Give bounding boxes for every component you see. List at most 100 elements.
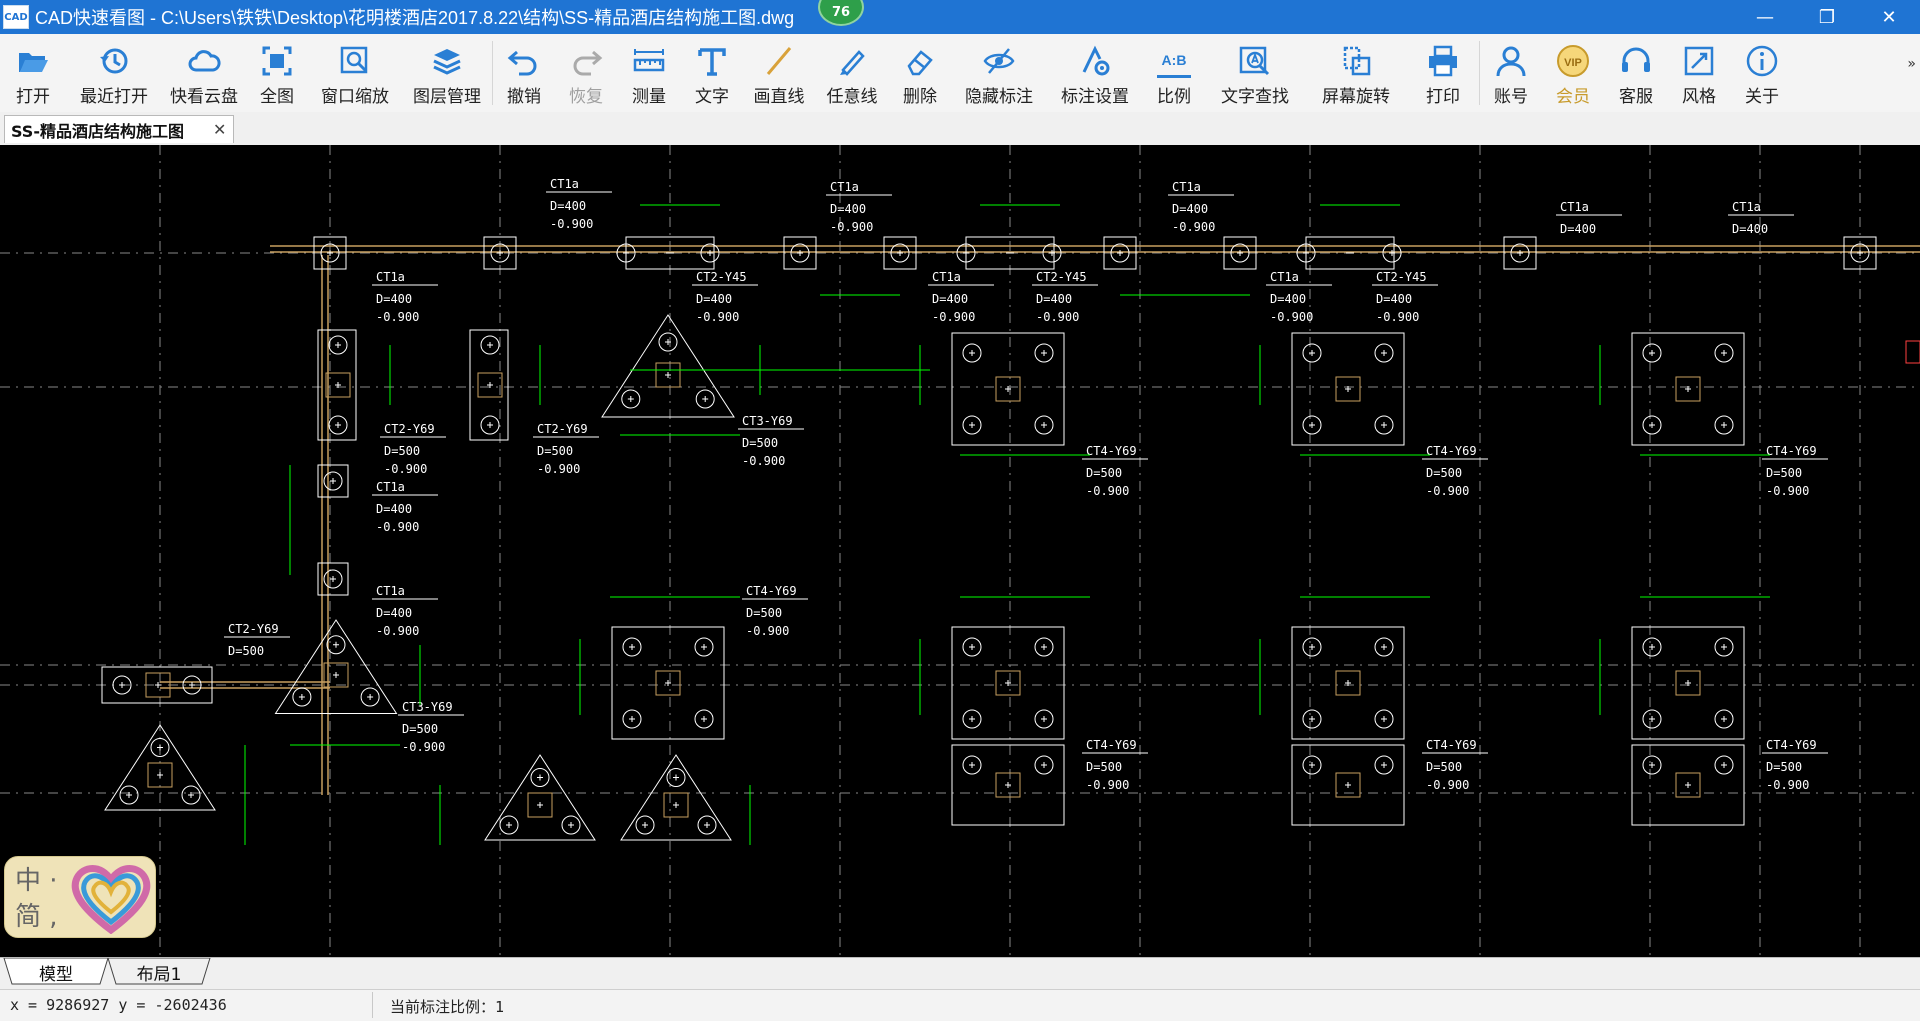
notification-badge[interactable]: 76 — [818, 0, 864, 26]
cursor-coordinates: x = 9286927 y = -2602436 — [10, 996, 227, 1014]
toolbar-button-text[interactable]: 文字 — [681, 34, 743, 112]
toolbar-button-label: 关于 — [1745, 87, 1779, 107]
drawing-label: -0.900 — [742, 454, 785, 468]
toolbar-button-label: 恢复 — [569, 87, 603, 107]
toolbar-button-fit-all[interactable]: 全图 — [246, 34, 308, 112]
drawing-label: CT2-Y45 — [1036, 270, 1087, 284]
undo-icon — [507, 44, 541, 78]
toolbar-button-folder-open[interactable]: 打开 — [0, 34, 66, 112]
drawing-label: -0.900 — [550, 217, 593, 231]
drawing-label: CT2-Y69 — [384, 422, 435, 436]
drawing-label: CT3-Y69 — [402, 700, 453, 714]
drawing-label: -0.900 — [1036, 310, 1079, 324]
toolbar-button-label: 打开 — [16, 87, 50, 107]
layout-tab-bar: 模型 布局1 — [0, 957, 1920, 990]
text-search-icon — [1238, 44, 1272, 78]
drawing-label: -0.900 — [830, 220, 873, 234]
toolbar-button-label: 屏幕旋转 — [1322, 87, 1390, 107]
folder-open-icon — [16, 44, 50, 78]
drawing-label: CT1a — [932, 270, 961, 284]
drawing-label: -0.900 — [1766, 484, 1809, 498]
app-logo-icon: CAD — [3, 5, 29, 29]
drawing-label: CT4-Y69 — [1086, 444, 1137, 458]
minimize-button[interactable]: — — [1734, 0, 1796, 34]
style-icon — [1682, 44, 1716, 78]
drawing-label: D=500 — [402, 722, 438, 736]
ratio-icon: A:B — [1157, 44, 1191, 78]
toolbar-button-eye-hide[interactable]: 隐藏标注 — [951, 34, 1047, 112]
toolbar-button-label: 窗口缩放 — [321, 87, 389, 107]
toolbar-button-line[interactable]: 画直线 — [743, 34, 815, 112]
cad-drawing[interactable]: CT1a D=400 -0.900 CT1a D=400 -0.900 CT1a D=400 -… — [0, 145, 1920, 957]
drawing-label: CT2-Y45 — [696, 270, 747, 284]
svg-text:VIP: VIP — [1564, 57, 1582, 69]
toolbar-button-layers[interactable]: 图层管理 — [402, 34, 492, 112]
toolbar-button-label: 删除 — [903, 87, 937, 107]
maximize-button[interactable]: ❐ — [1796, 0, 1858, 34]
toolbar-button-vip[interactable]: VIP 会员 — [1542, 34, 1604, 112]
document-tab-bar: SS-精品酒店结构施工图 ✕ — [0, 112, 1920, 146]
toolbar-button-label: 打印 — [1426, 87, 1460, 107]
drawing-label: -0.900 — [402, 740, 445, 754]
drawing-label: CT4-Y69 — [1766, 444, 1817, 458]
close-window-button[interactable]: ✕ — [1858, 0, 1920, 34]
toolbar-button-user[interactable]: 账号 — [1480, 34, 1542, 112]
status-bar: x = 9286927 y = -2602436 当前标注比例：1 — [0, 989, 1920, 1021]
toolbar-button-cloud[interactable]: 快看云盘 — [162, 34, 246, 112]
drawing-label: -0.900 — [376, 310, 419, 324]
drawing-label: D=400 — [830, 202, 866, 216]
drawing-canvas[interactable]: CT1a D=400 -0.900 CT1a D=400 -0.900 CT1a D=400 -… — [0, 145, 1920, 957]
info-icon — [1745, 44, 1779, 78]
document-tab[interactable]: SS-精品酒店结构施工图 ✕ — [4, 115, 234, 143]
toolbar-overflow-icon[interactable]: » — [1907, 56, 1916, 72]
drawing-label: CT1a — [830, 180, 859, 194]
redo-icon — [569, 44, 603, 78]
toolbar-button-eraser[interactable]: 删除 — [889, 34, 951, 112]
toolbar-button-ratio[interactable]: A:B 比例 — [1143, 34, 1205, 112]
language-widget[interactable]: 中 · 简 , — [4, 856, 156, 938]
toolbar-button-dimension-settings[interactable]: 标注设置 — [1047, 34, 1143, 112]
drawing-label: -0.900 — [1270, 310, 1313, 324]
drawing-label: D=400 — [1376, 292, 1412, 306]
toolbar-button-history[interactable]: 最近打开 — [66, 34, 162, 112]
fit-all-icon — [260, 44, 294, 78]
toolbar-button-text-search[interactable]: 文字查找 — [1205, 34, 1305, 112]
layers-icon — [430, 44, 464, 78]
tab-model[interactable]: 模型 — [12, 958, 100, 986]
line-icon — [762, 44, 796, 78]
toolbar-button-undo[interactable]: 撤销 — [493, 34, 555, 112]
eye-hide-icon — [982, 44, 1016, 78]
toolbar-button-label: 图层管理 — [413, 87, 481, 107]
rotate-screen-icon — [1339, 44, 1373, 78]
triangle-pile-cap — [620, 754, 732, 841]
toolbar-button-redo[interactable]: 恢复 — [555, 34, 617, 112]
toolbar-button-rotate-screen[interactable]: 屏幕旋转 — [1305, 34, 1407, 112]
drawing-label: CT1a — [376, 584, 405, 598]
toolbar-button-label: 隐藏标注 — [965, 87, 1033, 107]
tab-layout1[interactable]: 布局1 — [116, 958, 202, 986]
drawing-label: -0.900 — [1086, 778, 1129, 792]
toolbar-button-label: 撤销 — [507, 87, 541, 107]
drawing-label: D=400 — [696, 292, 732, 306]
toolbar-button-zoom-window[interactable]: 窗口缩放 — [308, 34, 402, 112]
drawing-label: D=500 — [1766, 760, 1802, 774]
user-icon — [1494, 44, 1528, 78]
drawing-label: -0.900 — [537, 462, 580, 476]
toolbar-button-label: 账号 — [1494, 87, 1528, 107]
drawing-label: D=400 — [932, 292, 968, 306]
drawing-label: D=500 — [228, 644, 264, 658]
toolbar-button-info[interactable]: 关于 — [1730, 34, 1794, 112]
toolbar-button-ruler[interactable]: 测量 — [617, 34, 681, 112]
drawing-label: D=500 — [742, 436, 778, 450]
drawing-label: -0.900 — [1172, 220, 1215, 234]
toolbar-button-label: 客服 — [1619, 87, 1653, 107]
toolbar-button-headset[interactable]: 客服 — [1604, 34, 1668, 112]
drawing-label: -0.900 — [376, 520, 419, 534]
drawing-label: D=400 — [550, 199, 586, 213]
toolbar-button-pen[interactable]: 任意线 — [815, 34, 889, 112]
close-tab-icon[interactable]: ✕ — [213, 120, 226, 139]
toolbar-button-printer[interactable]: 打印 — [1407, 34, 1479, 112]
toolbar-button-label: 文字 — [695, 87, 729, 107]
toolbar-button-style[interactable]: 风格 — [1668, 34, 1730, 112]
cloud-icon — [187, 44, 221, 78]
